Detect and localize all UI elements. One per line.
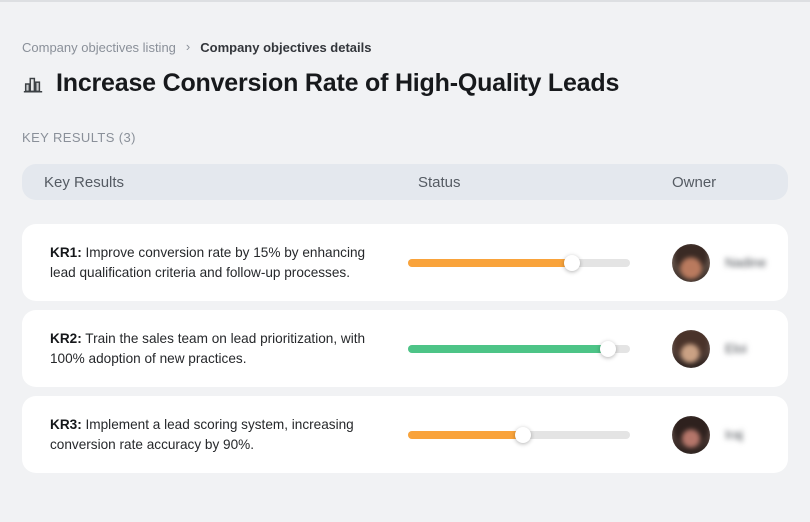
key-results-section-label: KEY RESULTS (3) xyxy=(22,130,136,145)
key-results-list: KR1: Improve conversion rate by 15% by e… xyxy=(22,224,788,473)
owner-avatar xyxy=(672,329,710,368)
owner-name: Iraj xyxy=(725,427,744,442)
breadcrumb: Company objectives listing › Company obj… xyxy=(22,40,788,55)
owner-name: Nadine xyxy=(725,255,767,270)
kr1-label: KR1: xyxy=(50,244,82,260)
kr2-description: KR2: Train the sales team on lead priori… xyxy=(50,329,408,369)
progress-thumb[interactable] xyxy=(599,340,616,357)
kr2-progress-slider[interactable] xyxy=(408,340,630,357)
objective-details-page: Company objectives listing › Company obj… xyxy=(0,40,810,473)
kr1-text: Improve conversion rate by 15% by enhanc… xyxy=(50,244,366,280)
column-header-status: Status xyxy=(418,173,461,191)
table-header-row: Key Results Status Owner xyxy=(22,164,788,200)
progress-fill xyxy=(408,430,524,439)
key-result-row-kr1[interactable]: KR1: Improve conversion rate by 15% by e… xyxy=(22,224,788,301)
key-result-row-kr3[interactable]: KR3: Implement a lead scoring system, in… xyxy=(22,396,788,473)
kr3-text: Implement a lead scoring system, increas… xyxy=(50,416,354,452)
page-title: Increase Conversion Rate of High-Quality… xyxy=(56,69,620,97)
kr2-owner: Eloi xyxy=(650,329,788,368)
chevron-right-icon: › xyxy=(185,39,191,54)
owner-avatar xyxy=(672,415,710,454)
kr3-label: KR3: xyxy=(50,416,82,432)
kr1-owner: Nadine xyxy=(650,243,788,282)
owner-avatar xyxy=(672,243,710,282)
progress-thumb[interactable] xyxy=(564,254,581,271)
kr2-label: KR2: xyxy=(50,330,82,346)
kr1-progress-slider[interactable] xyxy=(408,254,630,271)
progress-fill xyxy=(408,344,608,353)
buildings-chart-icon xyxy=(22,73,44,95)
kr1-description: KR1: Improve conversion rate by 15% by e… xyxy=(50,243,408,283)
title-row: Increase Conversion Rate of High-Quality… xyxy=(22,69,788,98)
progress-thumb[interactable] xyxy=(515,426,532,443)
owner-name: Eloi xyxy=(725,341,747,356)
kr3-owner: Iraj xyxy=(650,415,788,454)
column-header-owner: Owner xyxy=(672,173,717,191)
kr2-text: Train the sales team on lead prioritizat… xyxy=(50,330,366,366)
kr3-progress-slider[interactable] xyxy=(408,426,630,443)
kr3-description: KR3: Implement a lead scoring system, in… xyxy=(50,415,408,455)
breadcrumb-details-current: Company objectives details xyxy=(200,40,372,55)
breadcrumb-listing-link[interactable]: Company objectives listing xyxy=(22,40,176,55)
key-result-row-kr2[interactable]: KR2: Train the sales team on lead priori… xyxy=(22,310,788,387)
progress-fill xyxy=(408,258,573,267)
column-header-key-results: Key Results xyxy=(44,173,125,191)
